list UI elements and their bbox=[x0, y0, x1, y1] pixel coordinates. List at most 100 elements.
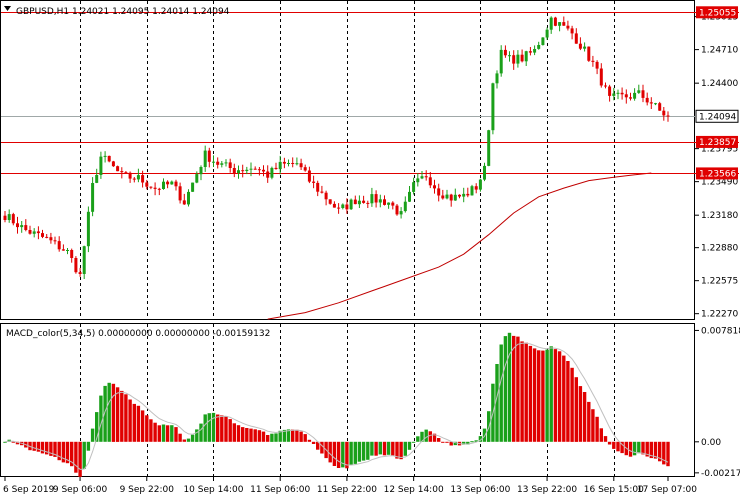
candle-body bbox=[412, 182, 416, 192]
candle-body bbox=[41, 233, 44, 237]
macd-bar bbox=[566, 361, 570, 442]
candle-body bbox=[291, 163, 295, 164]
macd-tick-label: -0.002179 bbox=[701, 469, 740, 479]
candle-body bbox=[28, 230, 32, 234]
macd-bar bbox=[182, 439, 186, 442]
candle-body bbox=[353, 199, 357, 205]
price-tick-label: 1.22270 bbox=[701, 310, 738, 320]
candle-body bbox=[195, 174, 199, 183]
candle-body bbox=[341, 204, 345, 208]
candle-body bbox=[299, 163, 303, 168]
candle-body bbox=[182, 200, 186, 205]
candle-body bbox=[78, 272, 82, 274]
candle-body bbox=[583, 46, 587, 49]
chart-window[interactable]: 1.250151.247101.244001.237951.234901.231… bbox=[0, 0, 740, 500]
candle-body bbox=[332, 203, 336, 208]
macd-bar bbox=[140, 410, 145, 442]
candle-body bbox=[558, 22, 562, 26]
candle-body bbox=[395, 205, 399, 215]
macd-bar bbox=[136, 405, 141, 442]
candle-body bbox=[462, 193, 466, 197]
macd-bar bbox=[549, 346, 553, 442]
candle-body bbox=[508, 55, 511, 57]
candle-body bbox=[166, 181, 170, 185]
macd-bar bbox=[428, 431, 432, 442]
macd-bar bbox=[107, 382, 111, 442]
macd-bar bbox=[541, 350, 545, 442]
candle-body bbox=[303, 167, 307, 171]
macd-bar bbox=[245, 428, 249, 442]
macd-bar bbox=[637, 441, 641, 454]
candle-body bbox=[578, 43, 582, 49]
candle-body bbox=[453, 194, 457, 201]
candle-body bbox=[7, 214, 11, 220]
candle-body bbox=[528, 51, 532, 53]
macd-bar bbox=[36, 441, 41, 452]
candle-body bbox=[595, 61, 599, 69]
candle-body bbox=[616, 92, 620, 94]
macd-bar bbox=[591, 409, 595, 442]
macd-bar bbox=[628, 441, 633, 457]
candle-body bbox=[378, 199, 382, 203]
macd-bar bbox=[532, 348, 537, 442]
candle-body bbox=[362, 200, 366, 203]
candle-body bbox=[16, 223, 19, 228]
candle-body bbox=[220, 163, 224, 165]
candle-body bbox=[428, 177, 432, 186]
candle-body bbox=[207, 150, 211, 162]
candle-body bbox=[266, 171, 270, 178]
macd-bar bbox=[78, 441, 82, 477]
candle-body bbox=[474, 186, 478, 190]
macd-bar bbox=[186, 438, 191, 442]
candle-body bbox=[591, 60, 595, 62]
candle-body bbox=[433, 185, 436, 189]
price-axis: 1.250151.247101.244001.237951.234901.231… bbox=[695, 6, 740, 479]
candle-body bbox=[483, 165, 486, 180]
candle-body bbox=[549, 17, 553, 30]
candle-body bbox=[649, 102, 653, 104]
candle-body bbox=[187, 191, 190, 205]
macd-bar bbox=[499, 344, 503, 442]
macd-bar bbox=[399, 441, 403, 460]
macd-bar bbox=[595, 416, 599, 442]
candle-body bbox=[445, 194, 449, 199]
macd-bar bbox=[411, 441, 416, 443]
macd-bar bbox=[386, 441, 391, 455]
time-label: 17 Sep 07:00 bbox=[637, 485, 697, 495]
candle-body bbox=[74, 258, 78, 273]
macd-bar bbox=[303, 434, 307, 442]
macd-bar bbox=[599, 428, 603, 442]
macd-bar bbox=[424, 429, 428, 442]
candle-body bbox=[487, 130, 491, 166]
candle-body bbox=[324, 192, 328, 200]
candle-body bbox=[541, 37, 545, 45]
macd-bar bbox=[74, 441, 78, 473]
candle-body bbox=[257, 169, 261, 171]
candle-body bbox=[562, 22, 566, 26]
macd-bar bbox=[370, 441, 374, 456]
candle-body bbox=[387, 202, 391, 205]
macd-bar bbox=[512, 335, 516, 442]
macd-bar bbox=[161, 424, 166, 442]
macd-bar bbox=[528, 345, 533, 442]
candle-body bbox=[553, 17, 557, 26]
time-label: 12 Sep 14:00 bbox=[384, 485, 444, 495]
candle-body bbox=[111, 161, 115, 167]
chart-canvas[interactable]: 1.250151.247101.244001.237951.234901.231… bbox=[0, 0, 740, 500]
candle-body bbox=[520, 54, 524, 62]
candle-body bbox=[533, 49, 537, 53]
candle-body bbox=[466, 193, 470, 196]
macd-bar bbox=[295, 429, 299, 442]
candle-body bbox=[86, 211, 90, 247]
time-label: 13 Sep 22:00 bbox=[517, 485, 577, 495]
candle-body bbox=[633, 92, 637, 99]
candle-body bbox=[11, 214, 15, 224]
price-tick-label: 1.22880 bbox=[701, 244, 738, 254]
candle-body bbox=[328, 199, 332, 204]
macd-bar bbox=[520, 341, 524, 442]
candle-body bbox=[295, 163, 299, 165]
macd-bar bbox=[261, 431, 266, 442]
macd-bar bbox=[516, 336, 520, 442]
macd-bar bbox=[336, 441, 341, 468]
macd-bar bbox=[353, 441, 357, 464]
